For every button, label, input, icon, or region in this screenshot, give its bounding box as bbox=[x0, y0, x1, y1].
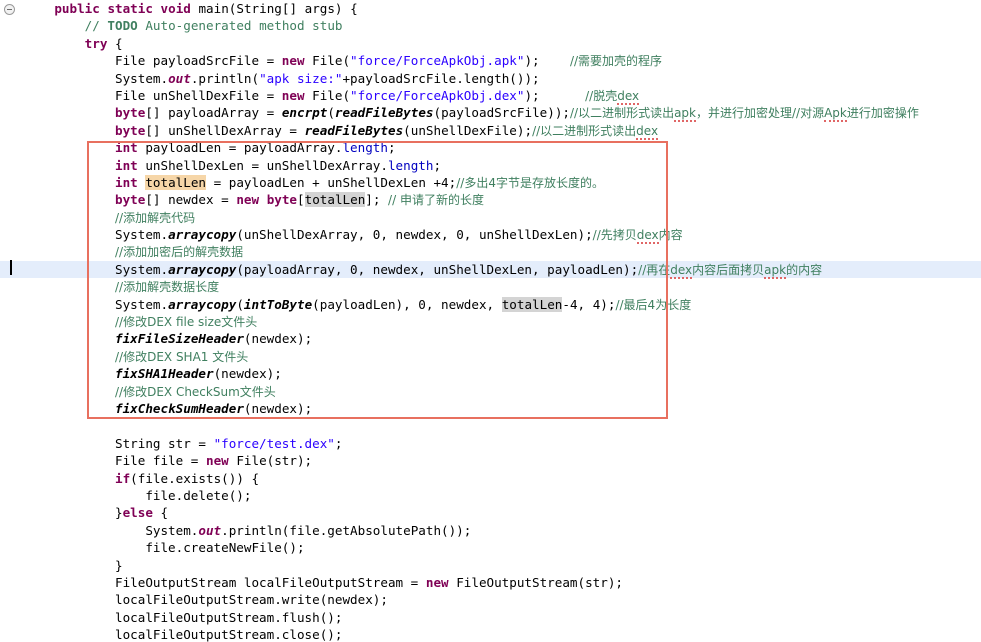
code-line[interactable]: int unShellDexLen = unShellDexArray.leng… bbox=[0, 157, 981, 174]
code-line[interactable]: if(file.exists()) { bbox=[0, 470, 981, 487]
code-line[interactable]: File file = new File(str); bbox=[0, 452, 981, 469]
code-line[interactable]: byte[] payloadArray = encrpt(readFileByt… bbox=[0, 104, 981, 123]
code-line[interactable]: //添加加密后的解壳数据 bbox=[0, 243, 981, 260]
code-line[interactable]: localFileOutputStream.flush(); bbox=[0, 609, 981, 626]
code-line[interactable]: //修改DEX CheckSum文件头 bbox=[0, 383, 981, 400]
code-area[interactable]: public static void main(String[] args) {… bbox=[0, 0, 981, 642]
code-line[interactable]: fixFileSizeHeader(newdex); bbox=[0, 330, 981, 347]
occurrence-highlight-totalLen: totalLen bbox=[304, 192, 366, 208]
code-line[interactable]: //修改DEX file size文件头 bbox=[0, 313, 981, 330]
code-line[interactable]: file.createNewFile(); bbox=[0, 539, 981, 556]
code-line[interactable]: String str = "force/test.dex"; bbox=[0, 435, 981, 452]
code-line[interactable]: System.arraycopy(intToByte(payloadLen), … bbox=[0, 296, 981, 313]
code-line[interactable]: //修改DEX SHA1 文件头 bbox=[0, 348, 981, 365]
code-line[interactable]: FileOutputStream localFileOutputStream =… bbox=[0, 574, 981, 591]
code-line[interactable]: System.out.println("apk size:"+payloadSr… bbox=[0, 70, 981, 87]
code-line[interactable]: byte[] newdex = new byte[totalLen]; // 申… bbox=[0, 191, 981, 208]
code-line[interactable]: System.arraycopy(unShellDexArray, 0, new… bbox=[0, 226, 981, 245]
code-line-current[interactable]: System.arraycopy(payloadArray, 0, newdex… bbox=[0, 260, 981, 279]
code-line-blank[interactable] bbox=[0, 417, 981, 434]
code-line[interactable]: System.out.println(file.getAbsolutePath(… bbox=[0, 522, 981, 539]
code-line[interactable]: File unShellDexFile = new File("force/Fo… bbox=[0, 87, 981, 105]
code-line[interactable]: //添加解壳代码 bbox=[0, 209, 981, 226]
code-line[interactable]: fixCheckSumHeader(newdex); bbox=[0, 400, 981, 417]
code-line[interactable]: int totalLen = payloadLen + unShellDexLe… bbox=[0, 174, 981, 191]
code-line[interactable]: localFileOutputStream.write(newdex); bbox=[0, 591, 981, 608]
code-line[interactable]: //添加解壳数据长度 bbox=[0, 278, 981, 295]
occurrence-highlight-totalLen: totalLen bbox=[501, 296, 563, 312]
code-line[interactable]: file.delete(); bbox=[0, 487, 981, 504]
code-line[interactable]: } bbox=[0, 557, 981, 574]
occurrence-highlight-totalLen: totalLen bbox=[145, 174, 207, 190]
code-line[interactable]: fixSHA1Header(newdex); bbox=[0, 365, 981, 382]
text-caret bbox=[10, 260, 12, 275]
code-line[interactable]: public static void main(String[] args) { bbox=[0, 0, 981, 17]
code-line[interactable]: byte[] unShellDexArray = readFileBytes(u… bbox=[0, 122, 981, 140]
code-editor[interactable]: public static void main(String[] args) {… bbox=[0, 0, 981, 642]
code-line[interactable]: try { bbox=[0, 35, 981, 52]
code-line[interactable]: int payloadLen = payloadArray.length; bbox=[0, 139, 981, 156]
code-line[interactable]: }else { bbox=[0, 504, 981, 521]
code-line[interactable]: File payloadSrcFile = new File("force/Fo… bbox=[0, 52, 981, 69]
code-line[interactable]: localFileOutputStream.close(); bbox=[0, 626, 981, 642]
code-line[interactable]: // TODO Auto-generated method stub bbox=[0, 17, 981, 34]
